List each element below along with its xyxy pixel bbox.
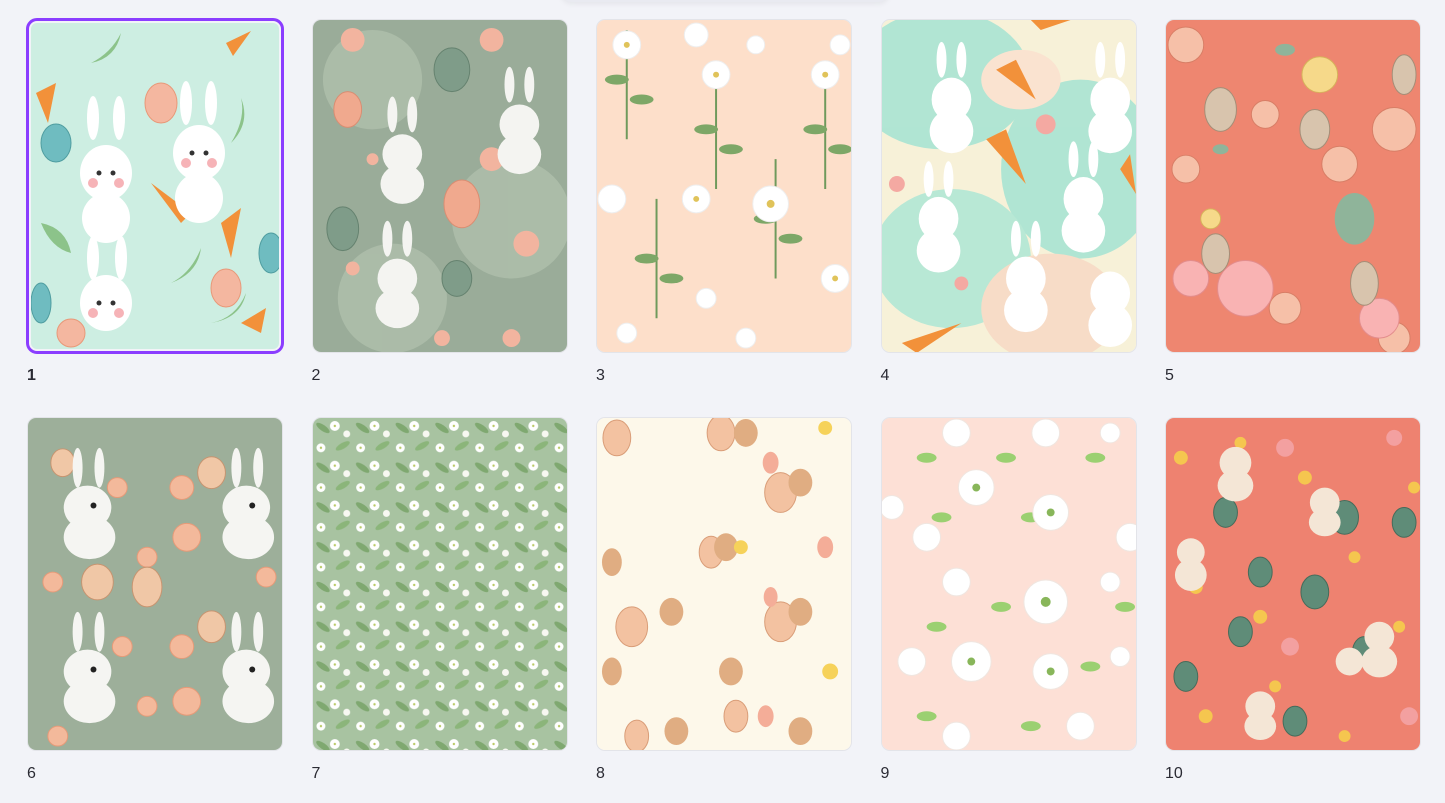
thumbnail-image bbox=[1165, 19, 1421, 353]
page-number-label: 10 bbox=[1165, 765, 1183, 782]
bunnies-eggs-tulips-pattern bbox=[597, 418, 851, 750]
page-number-label: 4 bbox=[880, 367, 890, 384]
page-number-label: 8 bbox=[596, 765, 605, 782]
bunnies-eggs-sage-pattern bbox=[312, 20, 567, 352]
page-thumbnail-9[interactable]: 9 bbox=[880, 417, 1137, 803]
page-number-label: 9 bbox=[880, 765, 890, 782]
page-number-label: 5 bbox=[1165, 367, 1174, 384]
thumbnail-image bbox=[880, 417, 1137, 751]
page-thumbnail-5[interactable]: 5 bbox=[1165, 19, 1421, 417]
thumbnail-image bbox=[311, 19, 568, 353]
page-thumbnail-7[interactable]: 7 bbox=[311, 417, 568, 803]
page-thumbnail-1[interactable]: 1 bbox=[26, 18, 284, 417]
top-toolbar-edge bbox=[560, 0, 890, 2]
page-number-label: 1 bbox=[27, 367, 36, 384]
thumbnail-image bbox=[1165, 417, 1421, 751]
white-flowers-pattern bbox=[597, 20, 851, 352]
page-thumbnail-2[interactable]: 2 bbox=[311, 19, 568, 417]
page-thumbnail-grid: 1 2 3 4 5 6 7 8 9 10 bbox=[26, 18, 1421, 803]
page-thumbnail-8[interactable]: 8 bbox=[596, 417, 852, 803]
bunnies-peonies-coral-pattern bbox=[1166, 20, 1420, 352]
thumbnail-image bbox=[596, 19, 852, 353]
thumbnail-image bbox=[27, 417, 283, 751]
page-thumbnail-3[interactable]: 3 bbox=[596, 19, 852, 417]
page-thumbnail-4[interactable]: 4 bbox=[880, 19, 1137, 417]
bunnies-carrots-pattern bbox=[31, 23, 279, 349]
bunnies-carrots-watercolor-pattern bbox=[881, 20, 1136, 352]
page-number-label: 7 bbox=[311, 765, 321, 782]
thumbnail-image bbox=[880, 19, 1137, 353]
bunnies-flowers-sage-pattern bbox=[28, 418, 282, 750]
thumbnail-image bbox=[311, 417, 568, 751]
page-thumbnail-10[interactable]: 10 bbox=[1165, 417, 1421, 803]
dogwood-flowers-pattern bbox=[881, 418, 1136, 750]
thumbnail-image bbox=[596, 417, 852, 751]
white-blossoms-pattern bbox=[312, 418, 567, 750]
page-number-label: 6 bbox=[27, 765, 36, 782]
page-number-label: 3 bbox=[596, 367, 605, 384]
page-thumbnail-6[interactable]: 6 bbox=[27, 417, 283, 803]
thumbnail-image bbox=[31, 23, 279, 349]
bunnies-eggs-flowers-coral-pattern bbox=[1166, 418, 1420, 750]
page-number-label: 2 bbox=[311, 367, 321, 384]
